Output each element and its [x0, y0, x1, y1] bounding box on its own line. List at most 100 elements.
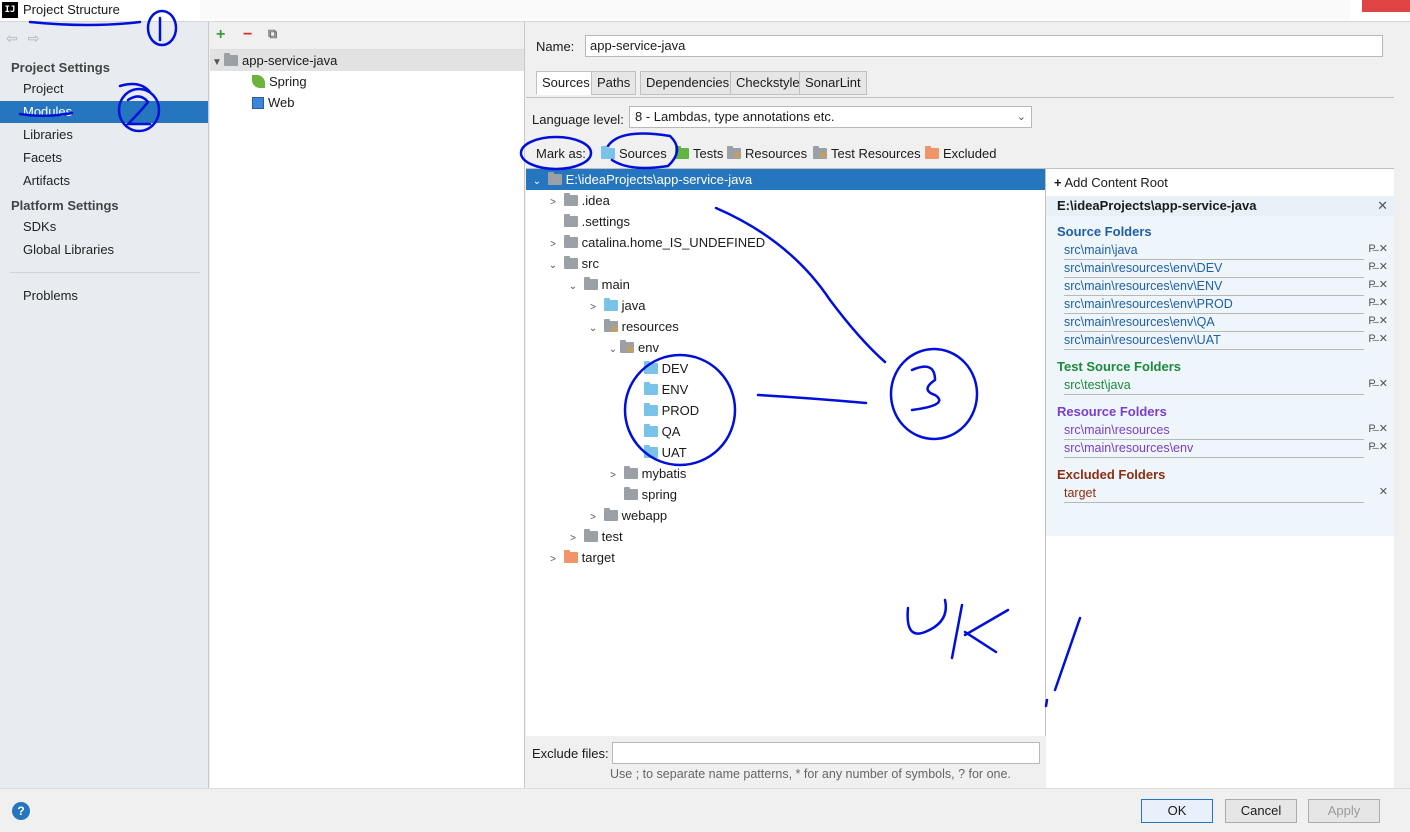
- source-folder-icon: [643, 445, 658, 458]
- chevron-right-icon[interactable]: >: [606, 465, 620, 486]
- module-name-field[interactable]: app-service-java: [585, 35, 1383, 57]
- chevron-right-icon[interactable]: >: [546, 192, 560, 213]
- folder-row-controls[interactable]: P̶ ✕: [1368, 260, 1388, 273]
- excluded-folder-icon: [925, 146, 939, 159]
- tab-sources[interactable]: Sources: [536, 71, 596, 95]
- add-module-icon[interactable]: +: [216, 26, 225, 44]
- root-path-label: E:\ideaProjects\app-service-java: [1057, 198, 1257, 213]
- source-folder-item: src\main\resources\env\UAT: [1064, 332, 1364, 350]
- mark-resources-button[interactable]: Resources: [727, 146, 807, 161]
- tree-label: QA: [661, 424, 681, 439]
- tree-row[interactable]: > webapp: [526, 505, 1045, 526]
- nav-item-problems[interactable]: Problems: [0, 285, 208, 307]
- nav-arrows: ⇦ ⇨: [6, 30, 49, 47]
- folder-row-controls[interactable]: P̶ ✕: [1368, 296, 1388, 309]
- close-icon[interactable]: ✕: [1379, 485, 1388, 498]
- tree-row[interactable]: spring: [526, 484, 1045, 505]
- cancel-button[interactable]: Cancel: [1225, 799, 1297, 823]
- nav-item-facets[interactable]: Facets: [0, 147, 208, 169]
- window-close-button[interactable]: [1362, 0, 1410, 12]
- chevron-down-icon[interactable]: ⌄: [530, 171, 544, 192]
- tree-row[interactable]: > java: [526, 295, 1045, 316]
- chevron-right-icon[interactable]: >: [546, 234, 560, 255]
- tree-row[interactable]: .settings: [526, 211, 1045, 232]
- chevron-right-icon[interactable]: >: [566, 528, 580, 549]
- add-content-root-button[interactable]: + Add Content Root: [1054, 175, 1168, 190]
- help-icon[interactable]: ?: [12, 802, 30, 820]
- chevron-right-icon[interactable]: >: [586, 507, 600, 528]
- tree-row[interactable]: ⌄ E:\ideaProjects\app-service-java: [526, 169, 1045, 190]
- facet-item-web[interactable]: Web: [210, 92, 524, 113]
- resource-folder-icon: [603, 319, 618, 332]
- resource-folder-item: src\main\resources\env: [1064, 440, 1364, 458]
- source-folders-heading: Source Folders: [1057, 224, 1152, 239]
- chevron-down-icon[interactable]: ⌄: [546, 255, 560, 276]
- platform-settings-heading: Platform Settings: [11, 198, 119, 213]
- chevron-down-icon[interactable]: ⌄: [606, 339, 620, 360]
- facet-item-spring[interactable]: Spring: [210, 71, 524, 92]
- tree-row[interactable]: PROD: [526, 400, 1045, 421]
- folder-icon: [583, 529, 598, 542]
- mark-tests-button[interactable]: Tests: [675, 146, 723, 161]
- exclude-files-input[interactable]: [612, 742, 1040, 764]
- folder-icon: [563, 193, 578, 206]
- folder-row-controls[interactable]: P̶ ✕: [1368, 440, 1388, 453]
- language-level-value: 8 - Lambdas, type annotations etc.: [635, 109, 835, 124]
- mark-test-resources-button[interactable]: Test Resources: [813, 146, 921, 161]
- tree-row[interactable]: UAT: [526, 442, 1045, 463]
- background-window-strip: [200, 0, 1350, 20]
- tab-dependencies[interactable]: Dependencies: [640, 71, 736, 95]
- ok-button[interactable]: OK: [1141, 799, 1213, 823]
- excluded-folders-heading: Excluded Folders: [1057, 467, 1166, 482]
- tree-row[interactable]: > mybatis: [526, 463, 1045, 484]
- chevron-right-icon[interactable]: >: [546, 549, 560, 570]
- folder-row-controls[interactable]: P̶ ✕: [1368, 377, 1388, 390]
- folder-row-controls[interactable]: P̶ ✕: [1368, 278, 1388, 291]
- folder-icon: [547, 172, 562, 185]
- chevron-down-icon[interactable]: ⌄: [566, 276, 580, 297]
- tree-row[interactable]: ⌄ src: [526, 253, 1045, 274]
- tree-row[interactable]: > target: [526, 547, 1045, 568]
- close-icon[interactable]: ✕: [1377, 196, 1388, 216]
- folder-icon: [563, 256, 578, 269]
- folder-row-controls[interactable]: P̶ ✕: [1368, 422, 1388, 435]
- tree-row[interactable]: ⌄ main: [526, 274, 1045, 295]
- tree-row[interactable]: > .idea: [526, 190, 1045, 211]
- copy-module-icon[interactable]: ⧉: [268, 26, 277, 42]
- nav-item-artifacts[interactable]: Artifacts: [0, 170, 208, 192]
- tree-row[interactable]: QA: [526, 421, 1045, 442]
- mark-sources-button[interactable]: Sources: [601, 146, 667, 161]
- nav-item-modules[interactable]: Modules: [0, 101, 208, 123]
- module-item-app-service-java[interactable]: ▼ app-service-java: [210, 50, 524, 71]
- back-arrow-icon[interactable]: ⇦: [6, 30, 18, 46]
- source-folder-icon: [603, 298, 618, 311]
- chevron-down-icon[interactable]: ⌄: [586, 318, 600, 339]
- folder-row-controls[interactable]: P̶ ✕: [1368, 314, 1388, 327]
- tree-row[interactable]: > catalina.home_IS_UNDEFINED: [526, 232, 1045, 253]
- folder-row-controls[interactable]: P̶ ✕: [1368, 242, 1388, 255]
- tab-paths[interactable]: Paths: [591, 71, 637, 95]
- tree-row[interactable]: ⌄ resources: [526, 316, 1045, 337]
- nav-item-libraries[interactable]: Libraries: [0, 124, 208, 146]
- nav-item-project[interactable]: Project: [0, 78, 208, 100]
- nav-item-global-libraries[interactable]: Global Libraries: [0, 239, 208, 261]
- resource-folders-heading: Resource Folders: [1057, 404, 1167, 419]
- chevron-right-icon[interactable]: >: [586, 297, 600, 318]
- tree-label: ENV: [661, 382, 689, 397]
- tree-row[interactable]: > test: [526, 526, 1045, 547]
- apply-button[interactable]: Apply: [1308, 799, 1380, 823]
- mark-excluded-button[interactable]: Excluded: [925, 146, 996, 161]
- chevron-down-icon[interactable]: ▼: [210, 52, 224, 73]
- tree-row[interactable]: DEV: [526, 358, 1045, 379]
- project-settings-heading: Project Settings: [11, 60, 110, 75]
- remove-module-icon[interactable]: −: [243, 26, 252, 44]
- intellij-app-icon: IJ: [2, 2, 18, 18]
- tab-checkstyle[interactable]: Checkstyle: [730, 71, 806, 95]
- language-level-select[interactable]: 8 - Lambdas, type annotations etc. ⌄: [629, 106, 1032, 128]
- tree-row[interactable]: ⌄ env: [526, 337, 1045, 358]
- tree-row[interactable]: ENV: [526, 379, 1045, 400]
- tab-sonarlint[interactable]: SonarLint: [799, 71, 867, 95]
- nav-item-sdks[interactable]: SDKs: [0, 216, 208, 238]
- folder-row-controls[interactable]: P̶ ✕: [1368, 332, 1388, 345]
- forward-arrow-icon[interactable]: ⇨: [28, 30, 40, 46]
